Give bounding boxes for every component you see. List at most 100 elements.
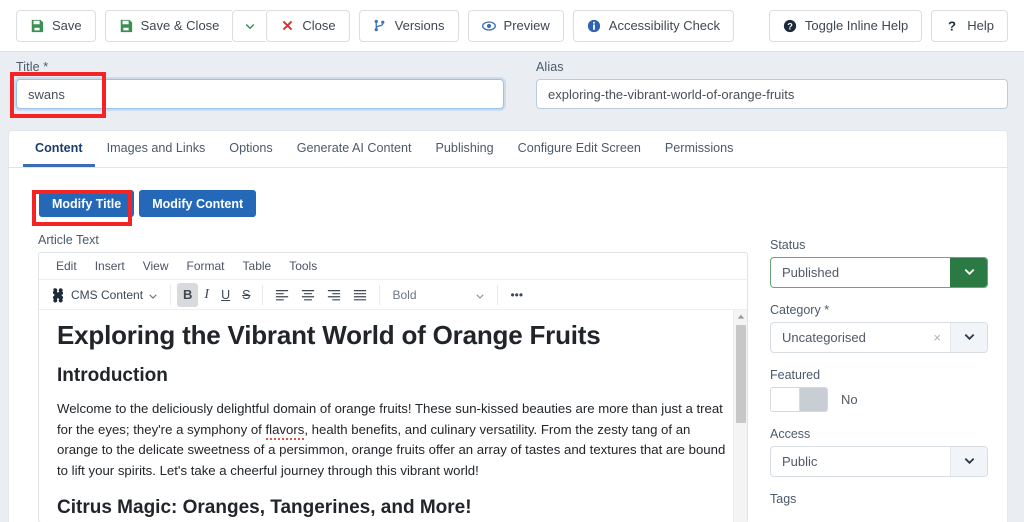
versions-button-label: Versions — [394, 18, 445, 33]
toggle-inline-help-button[interactable]: ? Toggle Inline Help — [768, 9, 923, 42]
tab-options[interactable]: Options — [217, 131, 284, 167]
cms-content-dropdown[interactable]: CMS Content — [44, 283, 164, 307]
save-and-close-button[interactable]: Save & Close — [104, 9, 233, 42]
tab-content-label: Content — [35, 140, 83, 155]
tab-configure-edit-screen-label: Configure Edit Screen — [517, 140, 641, 155]
chevron-down-icon — [963, 265, 976, 281]
access-select-toggle[interactable] — [950, 447, 987, 476]
eye-icon — [481, 19, 496, 33]
category-clear-icon[interactable]: × — [933, 330, 950, 345]
alias-label: Alias — [536, 60, 564, 74]
strikethrough-button[interactable]: S — [236, 283, 256, 307]
help-button[interactable]: ? Help — [931, 9, 1008, 42]
format-select-value: Bold — [392, 287, 417, 302]
italic-glyph: I — [204, 286, 210, 302]
featured-toggle[interactable] — [770, 387, 828, 412]
code-branch-icon — [373, 19, 387, 33]
featured-value: No — [841, 392, 858, 407]
tab-configure-edit-screen[interactable]: Configure Edit Screen — [506, 131, 653, 167]
preview-button-label: Preview — [503, 18, 550, 33]
status-field-group: Status Published — [770, 238, 992, 288]
question-mark-icon: ? — [945, 19, 959, 33]
tab-content[interactable]: Content — [23, 131, 95, 167]
modify-content-button[interactable]: Modify Content — [139, 190, 257, 217]
article-text-editor-group: Article Text Edit Insert View Format Tab… — [38, 233, 748, 522]
featured-switch-row: No — [770, 387, 992, 412]
tab-generate-ai-content[interactable]: Generate AI Content — [285, 131, 424, 167]
chevron-down-icon — [243, 19, 257, 33]
save-button[interactable]: Save — [16, 9, 96, 42]
tab-generate-ai-content-label: Generate AI Content — [296, 140, 412, 155]
alias-input[interactable] — [536, 79, 1008, 109]
bold-button[interactable]: B — [177, 282, 199, 307]
scroll-up-arrow-icon[interactable] — [734, 310, 747, 323]
align-center-button[interactable] — [295, 283, 321, 307]
scrollbar-thumb[interactable] — [736, 325, 746, 423]
align-left-icon — [276, 289, 289, 300]
tab-images-and-links-label: Images and Links — [106, 140, 206, 155]
editor-scrollbar[interactable] — [733, 310, 747, 522]
underline-button[interactable]: U — [215, 283, 236, 307]
toolbar-left-group: Save Save & Close Close Versions Preview… — [16, 9, 735, 42]
preview-button[interactable]: Preview — [467, 9, 564, 42]
close-button[interactable]: Close — [266, 9, 350, 42]
article-text-label: Article Text — [38, 233, 99, 247]
article-heading-1: Exploring the Vibrant World of Orange Fr… — [57, 320, 601, 350]
align-left-button[interactable] — [269, 283, 295, 307]
title-input[interactable] — [16, 79, 504, 109]
align-justify-icon — [354, 289, 367, 300]
format-select[interactable]: Bold — [386, 283, 491, 307]
category-label: Category * — [770, 303, 830, 317]
chevron-down-icon — [963, 330, 976, 346]
align-center-icon — [302, 289, 315, 300]
tab-publishing-label: Publishing — [435, 140, 494, 155]
editor-menu-edit[interactable]: Edit — [47, 253, 86, 280]
access-select[interactable]: Public — [770, 446, 988, 477]
editor-menu-view[interactable]: View — [134, 253, 178, 280]
featured-field-group: Featured No — [770, 368, 992, 412]
cms-content-label: CMS Content — [71, 287, 144, 302]
versions-button[interactable]: Versions — [358, 9, 459, 42]
category-select-value: Uncategorised — [782, 330, 866, 345]
underline-glyph: U — [221, 287, 231, 302]
save-button-label: Save — [52, 18, 82, 33]
toolbar-right-group: ? Toggle Inline Help ? Help — [768, 9, 1008, 42]
italic-button[interactable]: I — [198, 283, 215, 307]
featured-label: Featured — [770, 368, 821, 382]
editor-menu-insert[interactable]: Insert — [86, 253, 134, 280]
toolbar-divider — [262, 284, 264, 305]
save-dropdown-toggle[interactable] — [232, 9, 267, 42]
status-select[interactable]: Published — [770, 257, 988, 288]
save-and-close-label: Save & Close — [140, 18, 220, 33]
tab-permissions[interactable]: Permissions — [653, 131, 746, 167]
toolbar-divider — [379, 284, 381, 305]
status-select-toggle[interactable] — [950, 258, 987, 287]
editor-toolbar: CMS Content B I U S Bold ••• — [39, 280, 747, 310]
align-right-button[interactable] — [321, 283, 347, 307]
tab-images-and-links[interactable]: Images and Links — [95, 131, 218, 167]
more-toolbar-button[interactable]: ••• — [504, 283, 529, 307]
category-select[interactable]: Uncategorised × — [770, 322, 988, 353]
align-right-icon — [328, 289, 341, 300]
editor-content-area[interactable]: Exploring the Vibrant World of Orange Fr… — [39, 310, 747, 522]
toolbar-divider — [170, 284, 172, 305]
editor-menu-tools[interactable]: Tools — [280, 253, 326, 280]
editor-menu-format[interactable]: Format — [178, 253, 234, 280]
question-circle-icon: ? — [783, 19, 797, 33]
modify-title-button[interactable]: Modify Title — [39, 190, 135, 217]
close-button-label: Close — [302, 18, 336, 33]
access-field-group: Access Public — [770, 427, 992, 477]
tab-publishing[interactable]: Publishing — [424, 131, 506, 167]
save-floppy-icon — [30, 19, 44, 33]
access-select-value: Public — [782, 454, 818, 469]
article-heading-citrus-magic: Citrus Magic: Oranges, Tangerines, and M… — [57, 497, 472, 518]
edit-tabs: Content Images and Links Options Generat… — [9, 131, 1007, 168]
accessibility-check-label: Accessibility Check — [608, 18, 721, 33]
chevron-down-icon — [148, 290, 158, 300]
editor-menu-table[interactable]: Table — [234, 253, 281, 280]
accessibility-check-button[interactable]: Accessibility Check — [572, 9, 735, 42]
category-select-toggle[interactable] — [950, 323, 987, 352]
article-paragraph-intro: Welcome to the deliciously delightful do… — [57, 399, 729, 481]
save-floppy-icon — [119, 19, 133, 33]
align-justify-button[interactable] — [347, 283, 373, 307]
